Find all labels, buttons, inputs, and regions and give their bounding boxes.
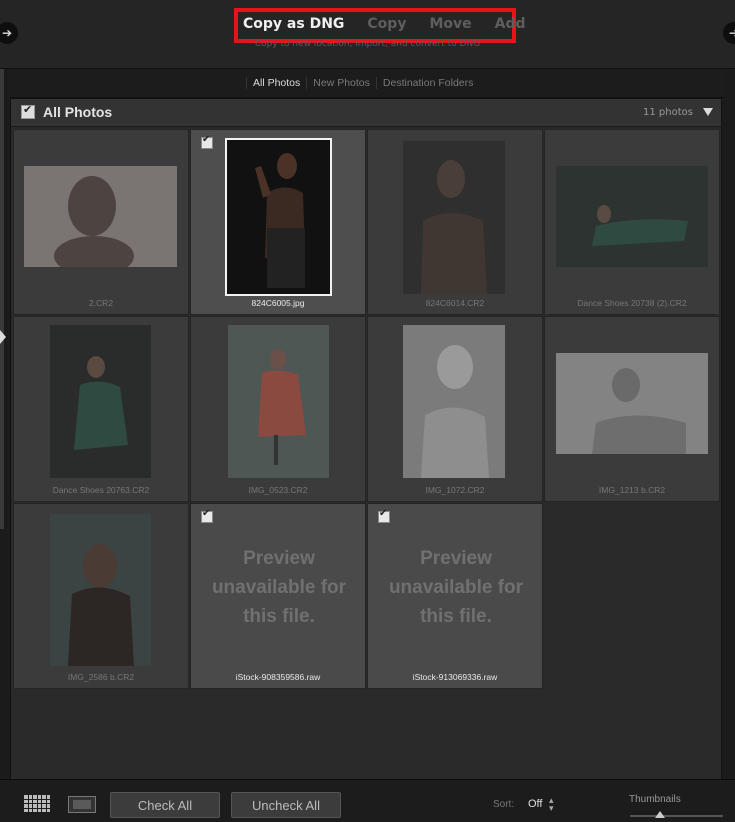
grid-title: All Photos [43, 104, 113, 120]
photo-filename: IMG_1213 b.CR2 [598, 485, 666, 495]
thumbnail-size-slider[interactable] [630, 815, 723, 817]
photo-cell[interactable]: IMG_1072.CR2 [367, 316, 543, 502]
photo-cell[interactable]: IMG_1213 b.CR2 [544, 316, 720, 502]
thumbnail-slider-handle[interactable] [655, 811, 665, 818]
photo-thumbnail[interactable] [403, 325, 505, 478]
photo-cell[interactable]: 2.CR2 [13, 129, 189, 315]
sort-label: Sort: [493, 799, 515, 810]
tab-all-photos[interactable]: All Photos [246, 77, 306, 89]
photo-checkbox[interactable] [201, 508, 213, 523]
photo-checkbox[interactable] [201, 134, 213, 149]
photo-thumbnail[interactable] [228, 325, 329, 478]
uncheck-all-button[interactable]: Uncheck All [231, 792, 341, 818]
photo-filename: iStock-913069336.raw [412, 672, 498, 682]
photo-filename: iStock-908359586.raw [235, 672, 321, 682]
loupe-view-icon[interactable] [68, 796, 96, 813]
photo-filename: Dance Shoes 20763.CR2 [52, 485, 150, 495]
mode-add[interactable]: Add [495, 16, 526, 32]
mode-move[interactable]: Move [429, 16, 471, 32]
import-mode-selector: Copy as DNG Copy Move Add [243, 16, 549, 32]
photo-thumbnail[interactable] [403, 141, 505, 294]
photo-filename: 824C6005.jpg [251, 298, 305, 308]
photo-count: 11 photos [643, 107, 693, 118]
photo-thumbnail[interactable] [556, 353, 708, 454]
photo-filename: IMG_0523.CR2 [248, 485, 308, 495]
grid-view-icon[interactable] [24, 795, 50, 812]
photo-filename: 2.CR2 [88, 298, 114, 308]
mode-copy[interactable]: Copy [367, 16, 406, 32]
bottom-toolbar: Check All Uncheck All Sort: Off ▴ ▾ Thumb… [0, 779, 735, 822]
check-all-button[interactable]: Check All [110, 792, 220, 818]
filter-tabs-bar: All Photos New Photos Destination Folder… [10, 69, 725, 98]
photo-thumbnail[interactable] [24, 166, 177, 267]
preview-unavailable-message: Preview unavailable for this file. [211, 548, 347, 627]
photo-cell[interactable]: Preview unavailable for this file. iStoc… [190, 503, 366, 689]
expand-left-panel-icon[interactable] [0, 330, 6, 344]
mode-copy-as-dng[interactable]: Copy as DNG [243, 16, 344, 32]
collapse-triangle-icon[interactable] [703, 108, 713, 116]
photo-thumbnail[interactable] [50, 514, 151, 666]
photo-filename: IMG_2586 b.CR2 [67, 672, 135, 682]
preview-unavailable-message: Preview unavailable for this file. [388, 548, 524, 627]
photo-filename: Dance Shoes 20738 (2).CR2 [577, 298, 687, 308]
select-all-checkbox[interactable] [21, 103, 35, 119]
photo-cell[interactable]: 824C6005.jpg [190, 129, 366, 315]
sort-select[interactable]: Off [528, 798, 542, 810]
tab-new-photos[interactable]: New Photos [306, 77, 376, 89]
photo-thumbnail[interactable] [225, 138, 332, 296]
photo-grid-panel: All Photos 11 photos 2.CR2 [10, 98, 722, 780]
photo-filename: IMG_1072.CR2 [425, 485, 485, 495]
left-panel-edge[interactable] [0, 69, 4, 529]
import-mode-bar: ➔ ➔ Copy as DNG Copy Move Add Copy to ne… [0, 0, 735, 69]
photo-cell[interactable]: 824C6014.CR2 [367, 129, 543, 315]
photo-cell[interactable]: IMG_0523.CR2 [190, 316, 366, 502]
photo-thumbnail[interactable] [556, 166, 708, 267]
photo-checkbox[interactable] [378, 508, 390, 523]
grid-header: All Photos 11 photos [11, 99, 721, 127]
photo-cell[interactable]: IMG_2586 b.CR2 [13, 503, 189, 689]
thumbnails-label: Thumbnails [629, 794, 681, 805]
photo-cell[interactable]: Dance Shoes 20738 (2).CR2 [544, 129, 720, 315]
photo-thumbnail[interactable] [50, 325, 151, 478]
tab-destination-folders[interactable]: Destination Folders [375, 77, 479, 89]
mode-subtitle: Copy to new location, import, and conver… [254, 39, 481, 49]
photo-cell[interactable]: Dance Shoes 20763.CR2 [13, 316, 189, 502]
photo-filename: 824C6014.CR2 [425, 298, 485, 308]
photo-cell[interactable]: Preview unavailable for this file. iStoc… [367, 503, 543, 689]
sort-stepper-icon[interactable]: ▴ ▾ [549, 797, 554, 814]
